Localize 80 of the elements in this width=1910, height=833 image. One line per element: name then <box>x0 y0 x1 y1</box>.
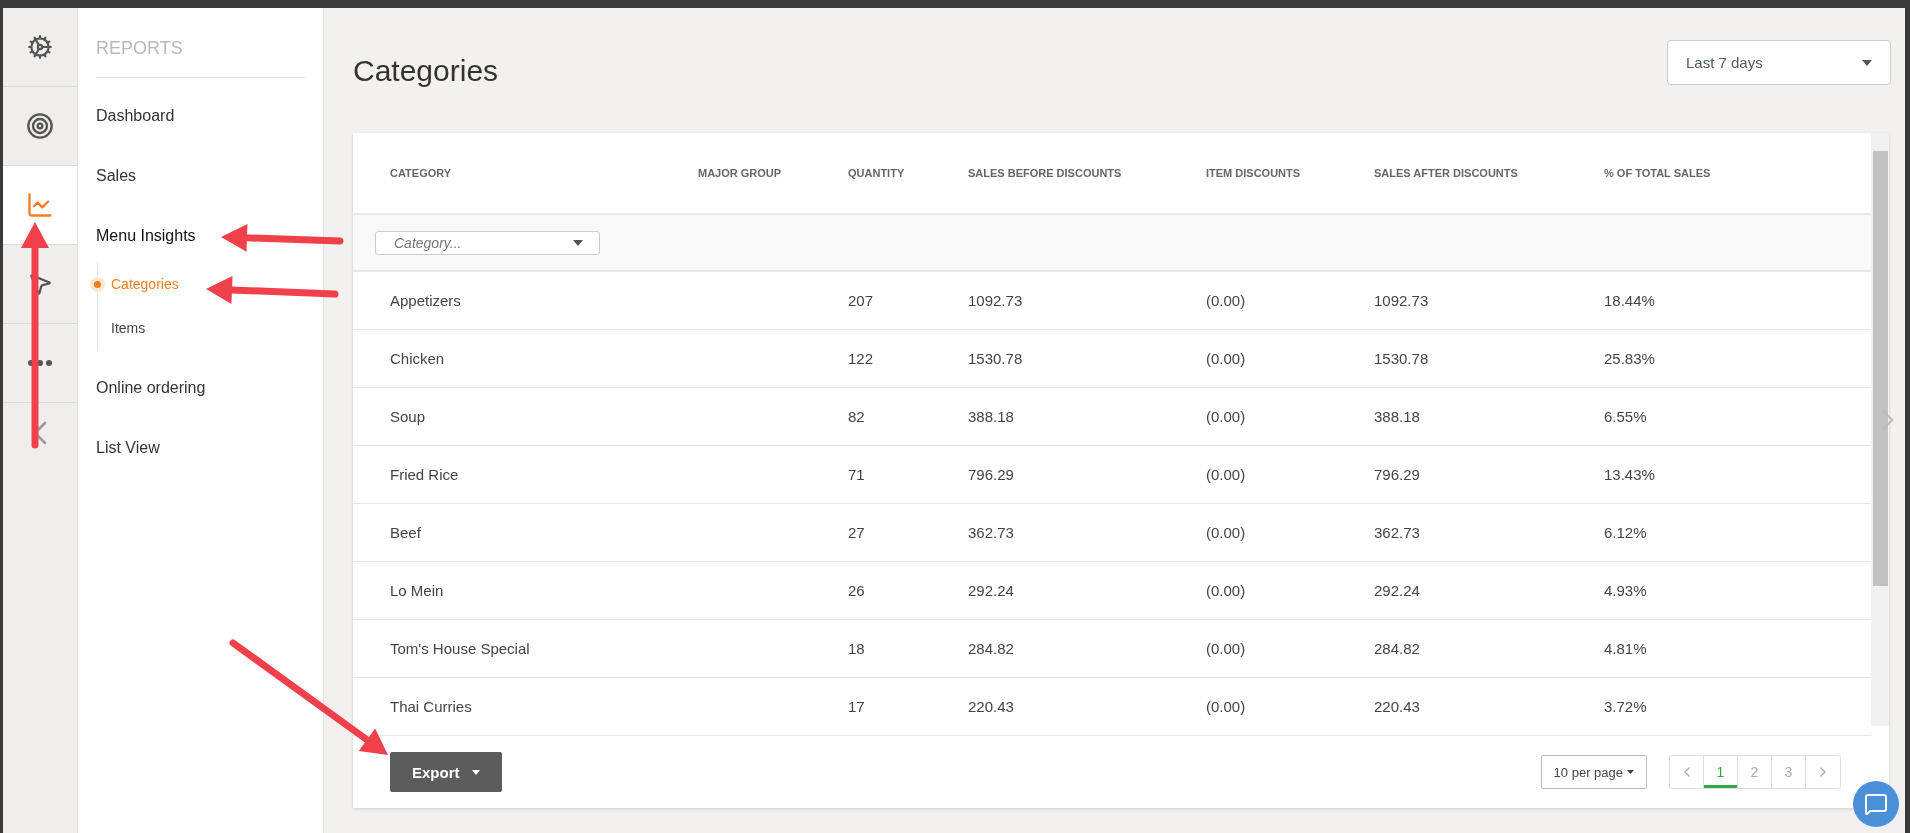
export-button[interactable]: Export <box>390 752 502 792</box>
table-cell-text: 6.55% <box>1604 408 1648 425</box>
table-cell-text: (0.00) <box>1206 698 1247 715</box>
table-cell-text: (0.00) <box>1206 408 1247 425</box>
chat-button[interactable] <box>1853 781 1899 827</box>
table-cell-text: 292.24 <box>1374 582 1421 599</box>
table-cell-text: Lo Mein <box>390 582 445 599</box>
table-cell-text: 220.43 <box>1374 698 1421 715</box>
chat-icon <box>1864 792 1888 816</box>
line-chart-icon <box>26 191 54 219</box>
table-cell-text: 18.44% <box>1604 292 1656 309</box>
table-cell-text: 26 <box>848 582 866 599</box>
scrollbar[interactable] <box>1871 133 1889 726</box>
table-cell-text: 362.73 <box>968 524 1015 541</box>
table-cell-text: 1092.73 <box>968 292 1024 309</box>
table-cell-text: 4.93% <box>1604 582 1648 599</box>
table-cell-text: 292.24 <box>968 582 1015 599</box>
caret-icon <box>1627 770 1634 774</box>
table-cell-text: 362.73 <box>1374 524 1421 541</box>
table-cell-text: 27 <box>848 524 866 541</box>
table-cell-text: Chicken <box>390 350 446 367</box>
caret-icon <box>573 239 583 246</box>
column-header[interactable]: CATEGORY <box>390 167 698 179</box>
table-cell-text: Fried Rice <box>390 466 460 483</box>
date-range-dropdown[interactable]: Last 7 days <box>1667 40 1891 85</box>
sidebar-item[interactable]: Sales <box>96 146 305 206</box>
table-cell-text: 122 <box>848 350 875 367</box>
column-header[interactable]: QUANTITY <box>848 167 968 179</box>
table-cell-text: 207 <box>848 292 875 309</box>
table-cell-text: 284.82 <box>968 640 1015 657</box>
table-cell-text: Appetizers <box>390 292 462 309</box>
table-cell-text: (0.00) <box>1206 292 1247 309</box>
table-cell-text: 220.43 <box>968 698 1015 715</box>
sidebar-item[interactable]: Dashboard <box>96 86 305 146</box>
column-header[interactable]: SALES AFTER DISCOUNTS <box>1374 167 1604 179</box>
page-button[interactable]: 1 <box>1704 756 1738 788</box>
table-cell-text: 4.81% <box>1604 640 1648 657</box>
sidebar-item[interactable]: List View <box>96 418 305 478</box>
category-filter-dropdown[interactable]: Category... <box>375 230 600 255</box>
table-cell-text: Beef <box>390 524 422 541</box>
more-icon <box>28 360 52 366</box>
table-cell-text: 6.12% <box>1604 524 1648 541</box>
target-icon <box>26 112 54 140</box>
table-cell-text: Thai Curries <box>390 698 473 715</box>
page-title: Categories <box>353 53 499 88</box>
table-cell-text: (0.00) <box>1206 466 1247 483</box>
caret-icon <box>1862 59 1872 66</box>
sidebar-subitem[interactable]: Items <box>111 320 146 336</box>
table-cell-text: (0.00) <box>1206 640 1247 657</box>
table-cell-text: 71 <box>848 466 866 483</box>
table-cell-text: (0.00) <box>1206 350 1247 367</box>
column-header[interactable]: ITEM DISCOUNTS <box>1206 167 1374 179</box>
table-cell-text: Soup <box>390 408 427 425</box>
table-cell-text: 1092.73 <box>1374 292 1430 309</box>
sidebar-item[interactable]: Menu Insights <box>96 206 305 266</box>
table-cell-text: 3.72% <box>1604 698 1648 715</box>
sidebar-heading: REPORTS <box>96 8 305 78</box>
column-header[interactable]: % OF TOTAL SALES <box>1604 167 1871 179</box>
table-cell-text: 25.83% <box>1604 350 1656 367</box>
sidebar-item[interactable]: Online ordering <box>96 358 305 418</box>
active-dot <box>94 280 101 288</box>
table-cell-text: 1530.78 <box>968 350 1024 367</box>
table-cell-text: 18 <box>848 640 866 657</box>
table-cell-text: (0.00) <box>1206 582 1247 599</box>
table-cell-text: 13.43% <box>1604 466 1656 483</box>
caret-icon <box>471 769 480 775</box>
table-cell-text: 796.29 <box>968 466 1015 483</box>
table-cell-text: 82 <box>848 408 866 425</box>
pointer-icon <box>27 271 53 297</box>
table-cell-text: 796.29 <box>1374 466 1421 483</box>
table-cell-text: 388.18 <box>968 408 1015 425</box>
table-cell-text: 284.82 <box>1374 640 1421 657</box>
table-cell-text: 1530.78 <box>1374 350 1430 367</box>
table-cell-text: 388.18 <box>1374 408 1421 425</box>
table-cell-text: (0.00) <box>1206 524 1247 541</box>
table-cell-text: 17 <box>848 698 866 715</box>
column-header[interactable]: MAJOR GROUP <box>698 167 848 179</box>
table-cell-text: Tom's House Special <box>390 640 531 657</box>
per-page-dropdown[interactable]: 10 per page <box>1540 755 1647 789</box>
column-header[interactable]: SALES BEFORE DISCOUNTS <box>968 167 1206 179</box>
